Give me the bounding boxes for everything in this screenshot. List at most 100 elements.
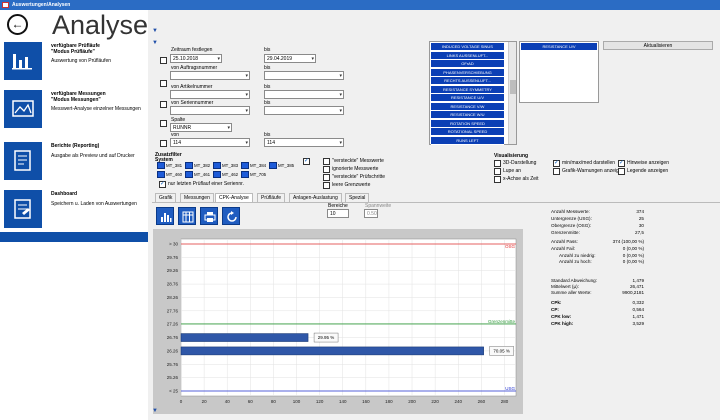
visualisierung-checkbox[interactable] [553, 168, 560, 175]
measurement-item[interactable]: ROTATION SPEED [431, 119, 504, 128]
x-tick-label: 140 [339, 399, 347, 404]
system-checkbox[interactable] [269, 162, 277, 169]
spalte-select[interactable]: RUNNR ▾ [170, 123, 232, 132]
system-checkbox[interactable] [157, 171, 165, 178]
date-range-checkbox[interactable] [160, 57, 167, 64]
measurement-item[interactable]: RECHTS AUSSENLUFT... [431, 77, 504, 85]
bis-select[interactable]: 114 ▾ [264, 138, 344, 147]
measurement-item[interactable]: RESISTANCE SYMMETRY [431, 85, 504, 94]
print-icon[interactable] [200, 207, 218, 225]
tab-spezial[interactable]: Spezial [345, 193, 370, 202]
artikel-from-select[interactable]: ▾ [170, 90, 250, 99]
window-title-bar: Auswertungen/Analysen [0, 0, 720, 10]
x-tick-label: 20 [202, 399, 208, 404]
image-icon[interactable] [4, 90, 42, 128]
system-all-checkbox[interactable] [303, 158, 310, 165]
sidebar-item-pruflaeufe[interactable]: verfügbare Prüfläufe "Modus Prüfläufe" A… [51, 43, 151, 64]
measurement-item[interactable]: OFrAD [431, 60, 504, 68]
serien-from-select[interactable]: ▾ [170, 106, 250, 115]
serien-checkbox[interactable] [160, 120, 167, 127]
selected-measurement-list[interactable]: RESISTANCE U/V [519, 41, 599, 103]
table-icon[interactable] [178, 207, 196, 225]
tab-grafik[interactable]: Grafik [155, 193, 177, 202]
selected-measurement-item[interactable]: RESISTANCE U/V [521, 43, 597, 51]
auftrag-checkbox[interactable] [160, 80, 167, 87]
stat-value: 27,5 [635, 230, 644, 235]
system-checkbox[interactable] [241, 171, 249, 178]
date-from-field[interactable]: 25.10.2018 ▾ [170, 54, 222, 63]
bar-chart-icon[interactable] [4, 42, 42, 80]
report-icon[interactable] [4, 142, 42, 180]
auftrag-to-select[interactable]: ▾ [264, 71, 344, 80]
measurement-item[interactable]: RESISTANCE V/W [431, 102, 504, 111]
spannweite-input[interactable]: 0.50 [364, 209, 378, 218]
auftrag-from-select[interactable]: ▾ [170, 71, 250, 80]
x-tick-label: 260 [478, 399, 486, 404]
system-checkbox[interactable] [185, 162, 193, 169]
back-arrow-icon[interactable]: ← [7, 14, 28, 35]
stat-value: 374 [636, 209, 644, 214]
stat-label: Anzahl Fail: [551, 246, 576, 251]
ignored-values-checkbox[interactable] [323, 166, 330, 173]
von-select[interactable]: 114 ▾ [170, 138, 250, 147]
tab-messungen[interactable]: Messungen [180, 193, 214, 202]
last-run-checkbox[interactable] [159, 181, 166, 188]
system-checkbox[interactable] [213, 171, 221, 178]
x-tick-label: 120 [316, 399, 324, 404]
measurement-item[interactable]: RESISTANCE U/V [431, 94, 504, 102]
chevron-down-icon[interactable]: ▼ [152, 408, 158, 414]
visualisierung-option-label: 3D-Darstellung [503, 160, 537, 166]
empty-limits-checkbox[interactable] [323, 182, 330, 189]
stat-label: Untergrenze (USG): [551, 216, 592, 221]
tab-pr-fl-ufe[interactable]: Prüfläufe [257, 193, 286, 202]
measurement-item[interactable]: LINKS AUSSENLUFT... [431, 51, 504, 60]
hidden-values-checkbox[interactable] [323, 158, 330, 165]
refresh-icon[interactable] [222, 207, 240, 225]
stat-label: Anzahl Messwerte: [551, 209, 590, 214]
stat-label: CPk: [551, 300, 562, 305]
tab-cpk-analyse[interactable]: CPK-Analyse [215, 193, 253, 202]
measurement-list[interactable]: INDUCED VOLTAGE SINUS LINKS AUSSENLUFT...… [429, 41, 517, 145]
system-label: MT_384 [250, 163, 267, 168]
histogram-bar [180, 346, 484, 356]
artikel-to-select[interactable]: ▾ [264, 90, 344, 99]
sidebar-item-dashboard[interactable]: Dashboard Speichern u. Laden von Auswert… [51, 191, 151, 207]
sidebar-item-messungen[interactable]: verfügbare Messungen "Modus Messungen" M… [51, 91, 151, 112]
visualisierung-checkbox[interactable] [494, 160, 501, 167]
system-checkbox[interactable] [241, 162, 249, 169]
sidebar-item-berichte[interactable]: Berichte (Reporting) Ausgabe als Preview… [51, 143, 151, 159]
serien-to-select[interactable]: ▾ [264, 106, 344, 115]
spalte-checkbox[interactable] [160, 140, 167, 147]
visualisierung-checkbox[interactable] [494, 176, 501, 183]
measurement-item[interactable]: ROTATIONAL SPEED [431, 128, 504, 136]
hidden-values-label: "versteckte" Messwerte [332, 158, 384, 164]
hidden-steps-checkbox[interactable] [323, 174, 330, 181]
tab-anlagen-auslastung[interactable]: Anlagen-Auslastung [289, 193, 342, 202]
x-tick-label: 60 [248, 399, 254, 404]
chevron-down-icon[interactable]: ▼ [152, 40, 158, 46]
system-checkbox[interactable] [213, 162, 221, 169]
visualisierung-checkbox[interactable] [618, 168, 625, 175]
artikel-checkbox[interactable] [160, 101, 167, 108]
measurement-item[interactable]: INDUCED VOLTAGE SINUS [431, 43, 504, 51]
visualisierung-checkbox[interactable] [618, 160, 625, 167]
bereiche-input[interactable]: 10 [327, 209, 349, 218]
visualisierung-option-label: Lupe an [503, 168, 522, 174]
date-to-field[interactable]: 29.04.2019 ▾ [264, 54, 316, 63]
chevron-down-icon[interactable]: ▼ [152, 28, 158, 34]
histogram-icon[interactable] [156, 207, 174, 225]
visualisierung-checkbox[interactable] [494, 168, 501, 175]
system-checkbox[interactable] [157, 162, 165, 169]
x-tick-label: 280 [501, 399, 509, 404]
visualisierung-option-label: x-Achse als Zeit [503, 176, 539, 182]
hidden-steps-label: "versteckte" Prüfschritte [332, 174, 386, 180]
visualisierung-checkbox[interactable] [553, 160, 560, 167]
visualisierung-option-label: min/max/med darstellen [562, 160, 616, 166]
system-checkbox[interactable] [185, 171, 193, 178]
refresh-button[interactable]: Aktualisieren [603, 41, 713, 50]
measurement-item[interactable]: PHASENVERSCHIEBUNG [431, 68, 504, 77]
dashboard-icon[interactable] [4, 190, 42, 228]
measurement-item[interactable]: RESISTANCE W/U [431, 111, 504, 119]
measurement-list-scrollbar[interactable] [508, 42, 516, 144]
measurement-item[interactable]: RUNS LEFT [431, 136, 504, 145]
